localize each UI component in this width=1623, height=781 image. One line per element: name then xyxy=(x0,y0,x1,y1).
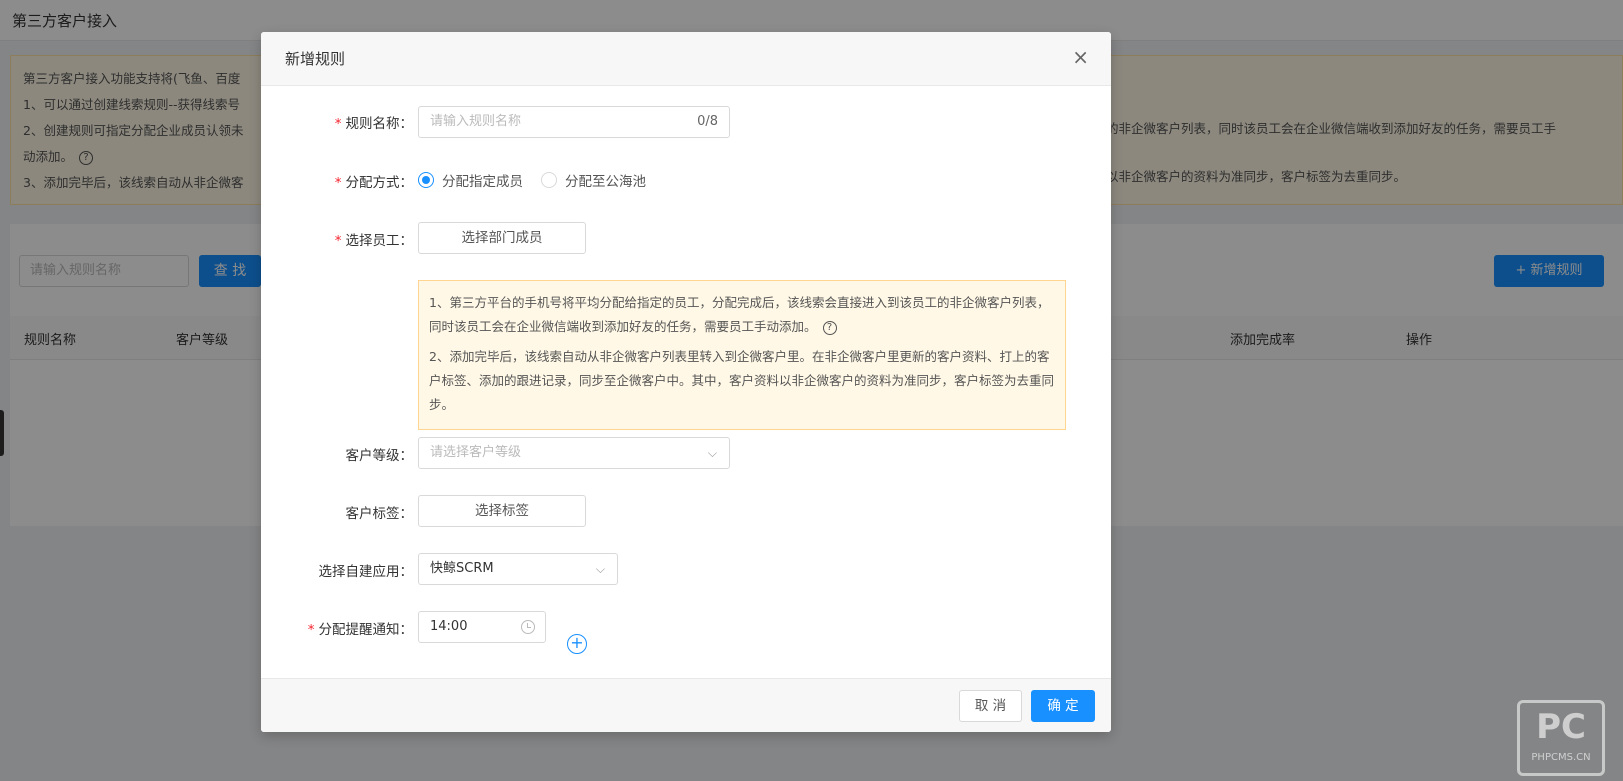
assign-tip-box: 1、第三方平台的手机号将平均分配给指定的员工，分配完成后，该线索会直接进入到该员… xyxy=(418,280,1066,430)
customer-tag-label: 客户标签： xyxy=(345,506,414,522)
add-rule-dialog: 新增规则 × * 规则名称： 请输入规则名称 0/8 * 分配方式： 分配指定成员 … xyxy=(261,32,1111,732)
radio-checked-icon xyxy=(418,172,434,188)
watermark-logo: PC PHPCMS.CN xyxy=(1517,700,1605,776)
customer-level-label: 客户等级： xyxy=(345,448,414,464)
notify-time-picker[interactable]: 14:00 xyxy=(418,611,546,643)
select-department-member-button[interactable]: 选择部门成员 xyxy=(418,222,586,254)
dialog-footer: 取 消 确 定 xyxy=(261,678,1111,732)
chevron-down-icon: ⌵ xyxy=(707,446,717,460)
radio-unchecked-icon xyxy=(541,172,557,188)
app-select[interactable]: 快鲸SCRM ⌵ xyxy=(418,553,618,585)
confirm-button[interactable]: 确 定 xyxy=(1031,690,1095,722)
app-label: 选择自建应用： xyxy=(318,564,414,580)
clock-icon xyxy=(521,620,535,634)
select-tag-button[interactable]: 选择标签 xyxy=(418,495,586,527)
customer-level-select[interactable]: 请选择客户等级 ⌵ xyxy=(418,437,730,469)
rule-name-input[interactable]: 请输入规则名称 0/8 xyxy=(418,106,730,138)
cancel-button[interactable]: 取 消 xyxy=(959,690,1022,722)
tip-line: 2、添加完毕后，该线索自动从非企微客户列表里转入到企微客户里。在非企微客户里更新… xyxy=(429,349,1055,412)
radio-assign-pool[interactable]: 分配至公海池 xyxy=(541,170,646,190)
dialog-body: * 规则名称： 请输入规则名称 0/8 * 分配方式： 分配指定成员 分配至公海池 … xyxy=(261,86,1111,678)
tip-line: 1、第三方平台的手机号将平均分配给指定的员工，分配完成后，该线索会直接进入到该员… xyxy=(429,295,1050,335)
char-counter: 0/8 xyxy=(697,114,718,129)
notify-label: * 分配提醒通知： xyxy=(307,622,413,638)
dialog-header: 新增规则 × xyxy=(261,32,1111,86)
rule-name-label: * 规则名称： xyxy=(334,116,413,132)
add-time-icon[interactable]: + xyxy=(567,634,587,654)
assign-method-label: * 分配方式： xyxy=(334,175,413,191)
help-icon: ? xyxy=(822,320,837,335)
radio-assign-member[interactable]: 分配指定成员 xyxy=(418,170,523,190)
select-staff-label: * 选择员工： xyxy=(334,233,413,249)
close-icon[interactable]: × xyxy=(1072,47,1089,67)
chevron-down-icon: ⌵ xyxy=(595,562,605,576)
dialog-title: 新增规则 xyxy=(285,50,346,68)
